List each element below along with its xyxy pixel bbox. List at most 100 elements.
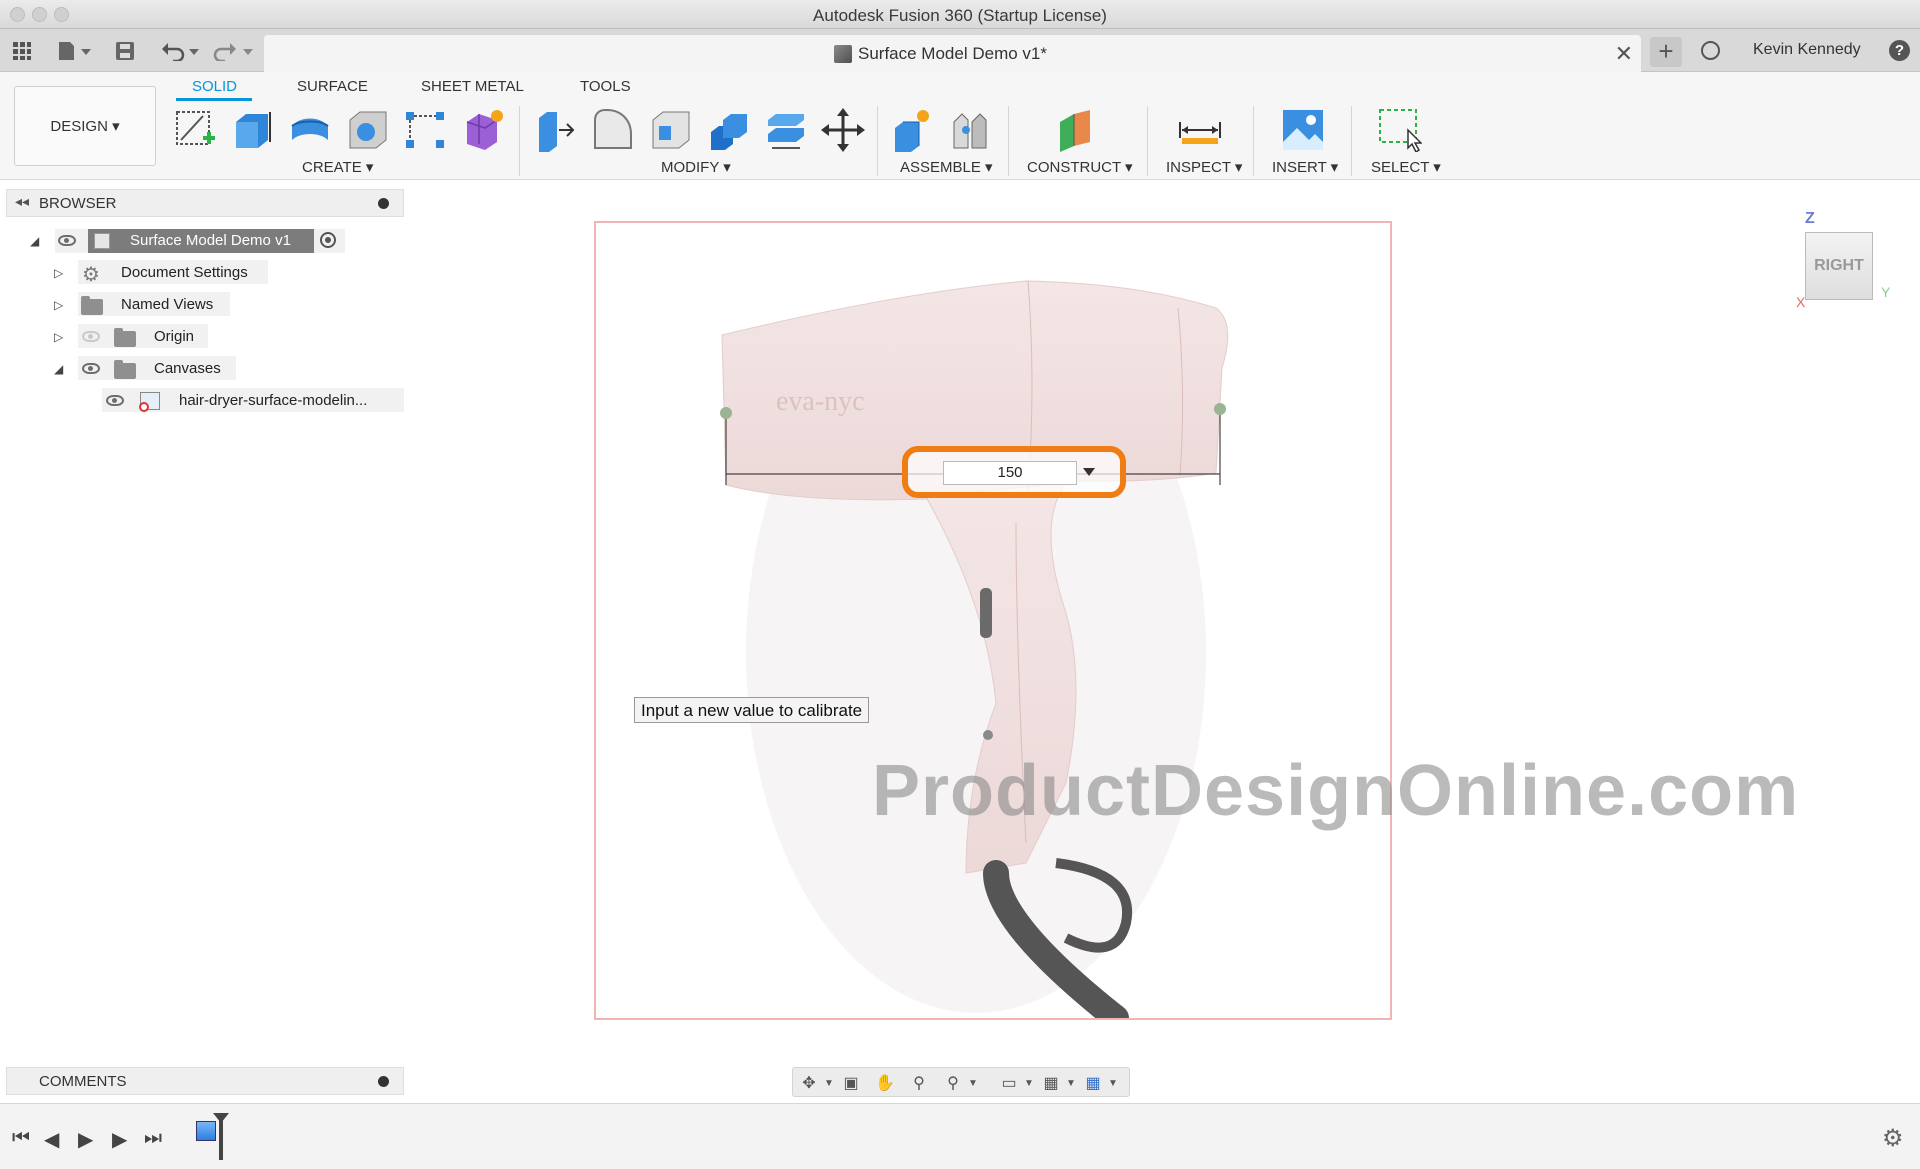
expand-origin-icon[interactable]: ▷: [54, 330, 63, 344]
select-menu[interactable]: SELECT ▾: [1371, 158, 1441, 176]
close-tab-icon[interactable]: ✕: [1615, 41, 1633, 67]
tab-surface[interactable]: SURFACE: [297, 78, 368, 95]
workspace-switcher-button[interactable]: DESIGN ▾: [14, 86, 156, 166]
step-forward-icon[interactable]: ▶: [112, 1127, 127, 1152]
product-brand-text: eva-nyc: [776, 386, 865, 417]
help-icon[interactable]: ?: [1889, 40, 1910, 61]
pan-hand-icon[interactable]: ✋: [875, 1074, 895, 1092]
display-dropdown-icon[interactable]: ▼: [1019, 1074, 1039, 1092]
tab-solid[interactable]: SOLID: [192, 78, 237, 95]
calibration-dimension-input[interactable]: 150: [943, 461, 1077, 485]
collapse-canvases-icon[interactable]: ◢: [54, 362, 63, 376]
combine-icon[interactable]: [707, 108, 751, 152]
expand-document-settings-icon[interactable]: ▷: [54, 266, 63, 280]
revolve-icon[interactable]: [288, 108, 332, 152]
select-icon[interactable]: [1378, 108, 1422, 152]
comments-panel-header[interactable]: COMMENTS: [6, 1067, 404, 1095]
assemble-menu[interactable]: ASSEMBLE ▾: [900, 158, 993, 176]
play-icon[interactable]: ▶: [78, 1127, 93, 1152]
component-icon: [94, 233, 110, 249]
construct-plane-icon[interactable]: [1056, 108, 1100, 152]
timeline-settings-gear-icon[interactable]: ⚙: [1882, 1124, 1904, 1153]
ribbon-toolbar: DESIGN ▾ SOLID SURFACE SHEET METAL TOOLS…: [0, 72, 1920, 180]
step-back-icon[interactable]: ◀: [44, 1127, 59, 1152]
viewports-dropdown-icon[interactable]: ▼: [1103, 1074, 1123, 1092]
redo-icon[interactable]: [212, 39, 256, 63]
display-settings-icon[interactable]: ▭: [999, 1074, 1019, 1092]
orbit-dropdown-icon[interactable]: ▼: [819, 1074, 839, 1092]
user-account-name[interactable]: Kevin Kennedy: [1753, 41, 1861, 59]
measure-icon[interactable]: [1178, 108, 1222, 152]
timeline-canvas-feature[interactable]: [196, 1121, 216, 1141]
orbit-icon[interactable]: ✥: [799, 1074, 819, 1092]
construct-menu[interactable]: CONSTRUCT ▾: [1027, 158, 1133, 176]
tab-tools[interactable]: TOOLS: [580, 78, 631, 95]
offset-face-icon[interactable]: [764, 108, 808, 152]
tree-item-canvas-hair-dryer[interactable]: hair-dryer-surface-modelin...: [179, 387, 367, 413]
file-menu-icon[interactable]: [55, 39, 95, 63]
tab-sheet-metal[interactable]: SHEET METAL: [421, 78, 524, 95]
zoom-icon[interactable]: ⚲: [909, 1074, 929, 1092]
look-at-icon[interactable]: ▣: [841, 1074, 861, 1092]
new-tab-button[interactable]: +: [1650, 37, 1682, 67]
visibility-eye-icon[interactable]: [106, 395, 124, 406]
visibility-eye-icon[interactable]: [58, 235, 76, 246]
inspect-menu[interactable]: INSPECT ▾: [1166, 158, 1242, 176]
tree-item-document-settings[interactable]: Document Settings: [121, 259, 248, 285]
hidden-eye-icon[interactable]: [82, 331, 100, 342]
job-status-clock-icon[interactable]: [1701, 41, 1720, 60]
new-component-icon[interactable]: [891, 108, 935, 152]
insert-menu[interactable]: INSERT ▾: [1272, 158, 1338, 176]
create-form-icon[interactable]: [461, 108, 505, 152]
fillet-icon[interactable]: [591, 108, 635, 152]
fit-zoom-icon[interactable]: ⚲: [943, 1074, 963, 1092]
tree-item-named-views[interactable]: Named Views: [121, 291, 213, 317]
hair-dryer-canvas-image: [720, 280, 1229, 1031]
grid-dropdown-icon[interactable]: ▼: [1061, 1074, 1081, 1092]
joint-icon[interactable]: [948, 108, 992, 152]
axis-z-label: Z: [1805, 210, 1815, 227]
extrude-icon[interactable]: [230, 108, 274, 152]
zoom-dropdown-icon[interactable]: ▼: [963, 1074, 983, 1092]
tree-item-origin[interactable]: Origin: [154, 323, 194, 349]
toolbar-separator: [519, 106, 520, 176]
press-pull-icon[interactable]: [533, 108, 577, 152]
pattern-icon[interactable]: [404, 108, 448, 152]
calibration-canvas[interactable]: [594, 221, 1392, 1031]
undo-icon[interactable]: [160, 39, 204, 63]
document-tab-bar: Surface Model Demo v1* ✕ + Kevin Kennedy…: [0, 29, 1920, 72]
collapse-browser-icon[interactable]: ◂◂: [15, 193, 29, 210]
shell-icon[interactable]: [649, 108, 693, 152]
radio-dot-icon: [325, 237, 331, 243]
create-menu[interactable]: CREATE ▾: [302, 158, 373, 176]
go-to-end-icon[interactable]: ⏭: [144, 1127, 162, 1150]
comments-title: COMMENTS: [39, 1073, 127, 1090]
hole-icon[interactable]: [346, 108, 390, 152]
browser-pin-icon[interactable]: [378, 198, 389, 209]
expand-named-views-icon[interactable]: ▷: [54, 298, 63, 312]
viewcube[interactable]: RIGHT: [1805, 232, 1873, 300]
data-panel-grid-icon[interactable]: [10, 39, 34, 63]
browser-panel-header[interactable]: ◂◂ BROWSER: [6, 189, 404, 217]
viewports-icon[interactable]: ▦: [1083, 1074, 1103, 1092]
visibility-eye-icon[interactable]: [82, 363, 100, 374]
grid-settings-icon[interactable]: ▦: [1041, 1074, 1061, 1092]
create-sketch-icon[interactable]: [173, 108, 217, 152]
watermark: ProductDesignOnline.com: [872, 751, 1800, 831]
dimension-dropdown-icon[interactable]: [1083, 468, 1095, 476]
expand-root-icon[interactable]: ◢: [30, 234, 39, 248]
go-to-start-icon[interactable]: ⏮: [12, 1127, 30, 1150]
document-tab[interactable]: Surface Model Demo v1* ✕: [264, 35, 1641, 72]
save-icon[interactable]: [114, 39, 136, 63]
modify-menu[interactable]: MODIFY ▾: [661, 158, 731, 176]
tree-item-canvases[interactable]: Canvases: [154, 355, 221, 381]
browser-root-node[interactable]: Surface Model Demo v1: [88, 229, 314, 253]
gear-icon: ⚙: [82, 264, 100, 286]
move-icon[interactable]: [821, 108, 865, 152]
add-comment-icon[interactable]: [378, 1076, 389, 1087]
viewport-navigation-bar: ✥ ▼ ▣ ✋ ⚲ ⚲ ▼ ▭ ▼ ▦ ▼ ▦ ▼: [792, 1067, 1130, 1097]
title-bar: Autodesk Fusion 360 (Startup License): [0, 0, 1920, 29]
insert-canvas-icon[interactable]: [1281, 108, 1325, 152]
timeline-marker[interactable]: [213, 1113, 229, 1160]
canvas-error-badge-icon: [139, 402, 149, 412]
